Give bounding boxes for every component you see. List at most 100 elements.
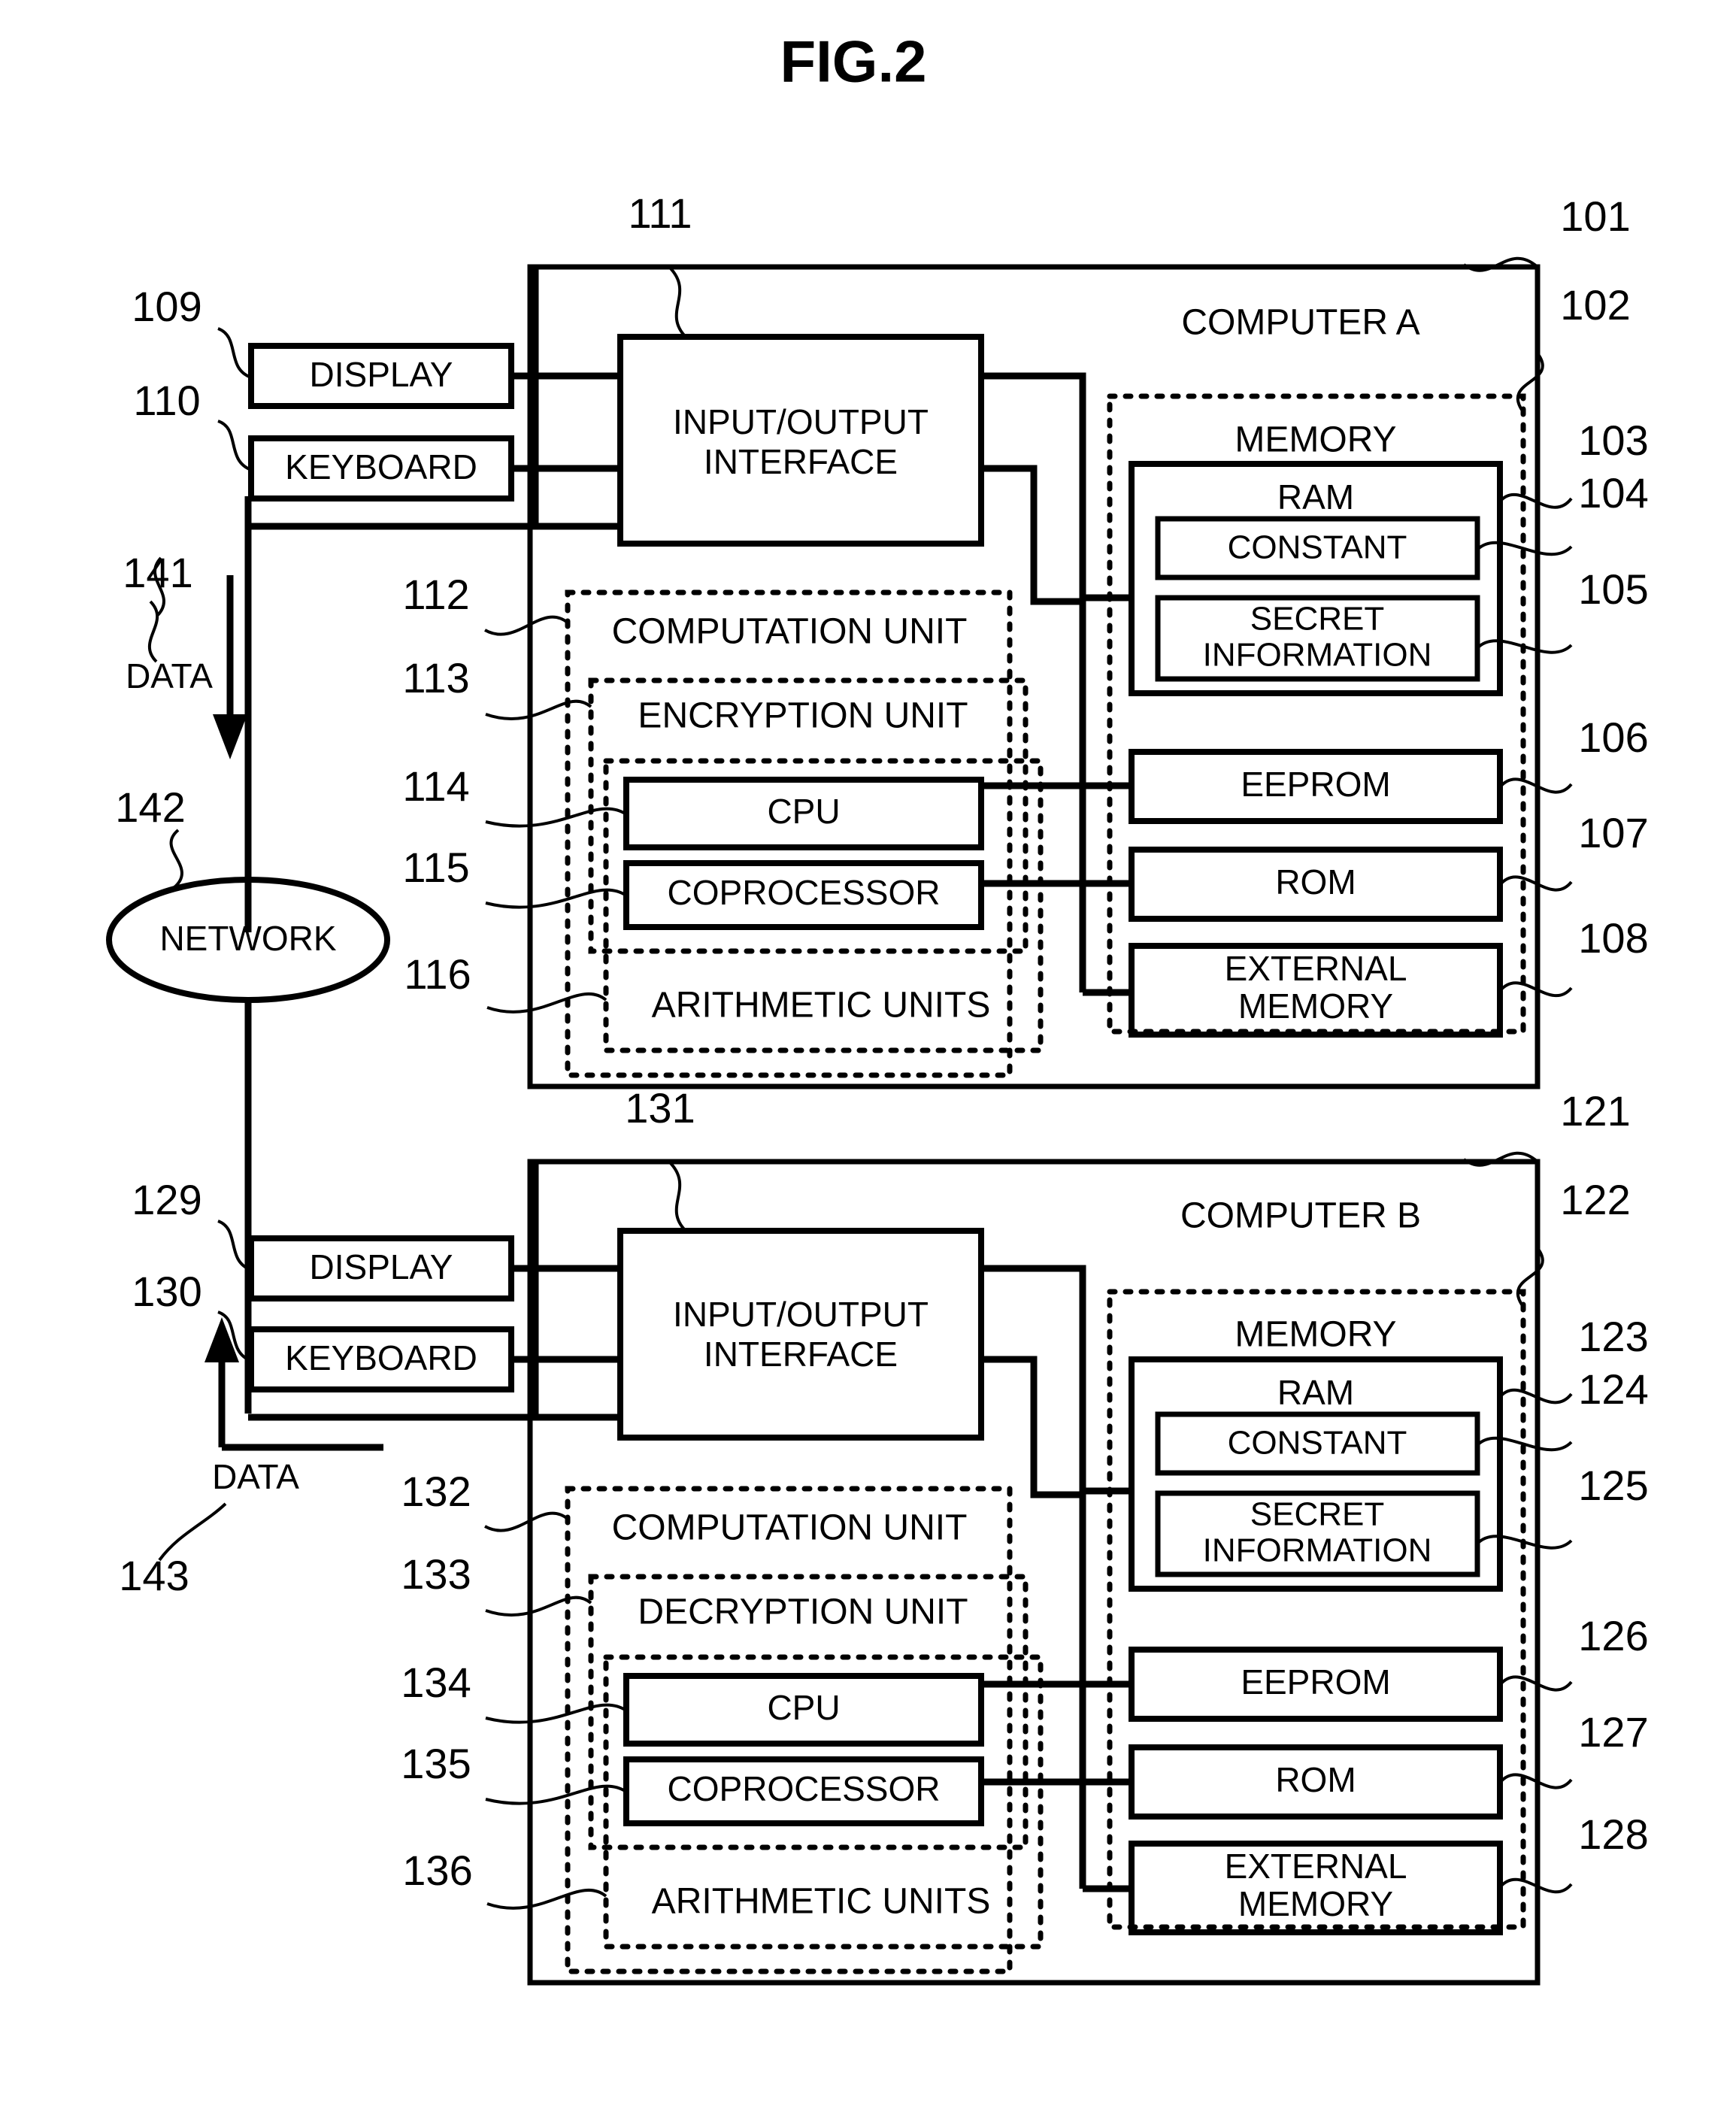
ref-number: 123	[1578, 1313, 1648, 1360]
ref-number: 124	[1578, 1365, 1648, 1413]
ref-number: 111	[628, 189, 692, 237]
computer-b-external-memory: EXTERNAL MEMORY 128	[1129, 1811, 1649, 1935]
ref-number: 125	[1578, 1462, 1648, 1509]
decryption-unit-label: DECRYPTION UNIT	[638, 1592, 968, 1632]
eeprom-label: EEPROM	[1241, 1662, 1390, 1701]
ref-number: 121	[1560, 1087, 1630, 1135]
computer-b-name: COMPUTER B	[1180, 1196, 1421, 1236]
computer-b-cpu: CPU 134	[401, 1659, 984, 1747]
computer-a-peripheral-wires	[244, 267, 620, 530]
external-memory-label-line1: EXTERNAL	[1225, 949, 1407, 988]
constant-label: CONSTANT	[1228, 1425, 1407, 1462]
ref-number: 107	[1578, 809, 1648, 856]
ref-number: 116	[404, 950, 471, 998]
keyboard-label: KEYBOARD	[285, 1338, 477, 1377]
figure-title: FIG.2	[780, 29, 926, 95]
memory-label: MEMORY	[1235, 1315, 1396, 1355]
cpu-label: CPU	[767, 1688, 840, 1727]
external-memory-label-line2: MEMORY	[1238, 986, 1393, 1026]
computer-a-coprocessor: COPROCESSOR 115	[402, 844, 984, 930]
secret-information-label-line2: INFORMATION	[1203, 637, 1432, 674]
ram-label: RAM	[1277, 477, 1354, 517]
data-label-top: DATA	[126, 656, 213, 695]
computer-b-coprocessor: COPROCESSOR 135	[401, 1740, 984, 1826]
coprocessor-label: COPROCESSOR	[668, 873, 941, 912]
rom-label: ROM	[1275, 862, 1356, 901]
computation-unit-label: COMPUTATION UNIT	[612, 1508, 968, 1548]
computer-b-secret-information: SECRET INFORMATION 125	[1155, 1462, 1649, 1577]
computer-b-peripheral-wires	[248, 1162, 620, 1421]
computer-a-rom: ROM 107	[1129, 809, 1649, 922]
lead-141	[147, 600, 159, 663]
computer-a-cpu: CPU 114	[402, 762, 984, 850]
computer-a-eeprom: EEPROM 106	[1129, 714, 1649, 824]
encryption-unit-label: ENCRYPTION UNIT	[638, 696, 968, 736]
ref-number: 133	[401, 1550, 471, 1598]
ref-number: 115	[402, 844, 469, 891]
data-label-bottom: DATA	[212, 1457, 299, 1496]
ref-number: 127	[1578, 1708, 1648, 1756]
patent-figure-2: FIG.2 COMPUTER A 101 DISPLAY 109 KEYBOAR…	[106, 29, 1649, 1986]
arithmetic-units-label: ARITHMETIC UNITS	[652, 986, 991, 1026]
ref-number: 104	[1578, 469, 1648, 517]
memory-label: MEMORY	[1235, 420, 1396, 460]
ref-number: 108	[1578, 914, 1648, 962]
cpu-label: CPU	[767, 792, 840, 831]
computer-b-eeprom: EEPROM 126	[1129, 1612, 1649, 1722]
secret-information-label-line1: SECRET	[1250, 601, 1384, 638]
ref-number: 130	[132, 1268, 201, 1315]
computer-a-keyboard: KEYBOARD 110	[133, 377, 514, 501]
ref-number: 143	[119, 1552, 189, 1599]
ref-number: 132	[401, 1468, 471, 1515]
io-interface-label-line1: INPUT/OUTPUT	[673, 402, 929, 441]
ref-number: 142	[115, 783, 185, 831]
ref-callout-101: 101	[1462, 192, 1631, 272]
computer-a-secret-information: SECRET INFORMATION 105	[1155, 565, 1649, 682]
ref-number: 101	[1560, 192, 1630, 240]
display-label: DISPLAY	[310, 355, 453, 394]
io-interface-label-line2: INTERFACE	[704, 442, 898, 481]
computation-unit-label: COMPUTATION UNIT	[612, 612, 968, 652]
ref-number: 109	[132, 283, 201, 330]
rom-label: ROM	[1275, 1760, 1356, 1799]
ref-number: 102	[1560, 281, 1630, 329]
computer-b-rom: ROM 127	[1129, 1708, 1649, 1820]
computer-b-constant: CONSTANT 124	[1155, 1365, 1649, 1476]
coprocessor-label: COPROCESSOR	[668, 1769, 941, 1808]
secret-information-label-line1: SECRET	[1250, 1496, 1384, 1533]
computer-a-io-interface: INPUT/OUTPUT INTERFACE 111	[617, 189, 984, 547]
ref-number: 113	[402, 654, 469, 701]
computer-a-constant: CONSTANT 104	[1155, 469, 1649, 580]
ref-number: 129	[132, 1176, 201, 1223]
arithmetic-units-label: ARITHMETIC UNITS	[652, 1882, 991, 1922]
ref-number: 134	[401, 1659, 471, 1706]
ram-label: RAM	[1277, 1373, 1354, 1412]
display-label: DISPLAY	[310, 1247, 453, 1286]
io-interface-label-line2: INTERFACE	[704, 1335, 898, 1374]
constant-label: CONSTANT	[1228, 529, 1407, 566]
network-label: NETWORK	[159, 919, 336, 958]
external-memory-label-line1: EXTERNAL	[1225, 1847, 1407, 1886]
computer-b-io-interface: INPUT/OUTPUT INTERFACE 131	[617, 1084, 984, 1441]
ref-number: 110	[133, 377, 200, 424]
ref-callout-121: 121	[1462, 1087, 1631, 1167]
ref-number: 128	[1578, 1811, 1648, 1858]
ref-number: 103	[1578, 417, 1648, 464]
ref-number: 136	[402, 1847, 472, 1894]
eeprom-label: EEPROM	[1241, 765, 1390, 804]
ref-number: 112	[402, 571, 469, 618]
ref-number: 126	[1578, 1612, 1648, 1659]
ref-number-141: 141	[123, 549, 192, 596]
secret-information-label-line2: INFORMATION	[1203, 1532, 1432, 1569]
computer-a-external-memory: EXTERNAL MEMORY 108	[1129, 914, 1649, 1038]
external-memory-label-line2: MEMORY	[1238, 1884, 1393, 1923]
ref-number: 122	[1560, 1176, 1630, 1223]
ref-number: 106	[1578, 714, 1648, 761]
ref-number: 131	[625, 1084, 695, 1132]
ref-number: 114	[402, 762, 469, 810]
ref-number: 105	[1578, 565, 1648, 613]
ref-number: 135	[401, 1740, 471, 1787]
computer-a-name: COMPUTER A	[1181, 303, 1419, 343]
keyboard-label: KEYBOARD	[285, 447, 477, 486]
io-interface-label-line1: INPUT/OUTPUT	[673, 1295, 929, 1334]
